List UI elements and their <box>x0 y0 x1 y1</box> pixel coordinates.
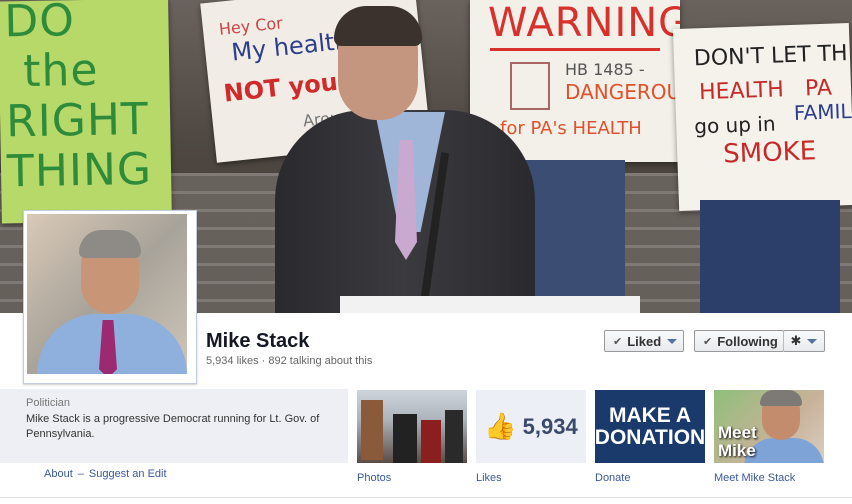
crowd-person <box>700 200 840 313</box>
profile-hair <box>79 230 141 258</box>
sign-text: DANGEROU <box>565 80 680 104</box>
cover-sign-green: DO the RIGHT THING <box>0 0 172 224</box>
about-link[interactable]: About <box>44 468 73 480</box>
sign-text: DON'T LET TH <box>693 41 849 72</box>
donate-text-line: DONATION <box>595 425 705 449</box>
profile-photo <box>27 214 187 374</box>
sign-text: NOT your <box>222 66 351 108</box>
meet-text-line: Mike <box>718 441 756 460</box>
sign-text: the <box>22 44 99 98</box>
caret-down-icon <box>667 338 678 344</box>
sign-text: HB 1485 - <box>565 60 645 79</box>
sign-text: DO <box>3 0 76 48</box>
donate-text: MAKE A DONATION <box>595 403 705 449</box>
meet-text: Meet Mike <box>718 424 757 460</box>
liked-button-label: Liked <box>627 333 662 349</box>
profile-picture[interactable] <box>23 210 197 384</box>
meet-tile-label[interactable]: Meet Mike Stack <box>714 472 795 484</box>
sign-text: for PA's HEALTH <box>500 118 642 139</box>
sign-text: FAMIL <box>793 98 852 125</box>
meet-mike-tile[interactable]: Meet Mike <box>714 390 824 463</box>
divider <box>0 497 852 498</box>
sign-text: PA <box>804 75 833 102</box>
podium <box>340 296 640 313</box>
meet-text-line: Meet <box>718 423 757 442</box>
sign-text: SMOKE <box>722 136 817 170</box>
photos-tile-label[interactable]: Photos <box>357 472 391 484</box>
donate-tile[interactable]: MAKE A DONATION <box>595 390 705 463</box>
sign-text: WARNING <box>488 0 680 46</box>
check-icon: ✔ <box>703 335 713 348</box>
thumbs-up-icon: 👍 <box>484 411 517 441</box>
page-description: Mike Stack is a progressive Democrat run… <box>26 413 320 440</box>
following-button[interactable]: ✔ Following <box>694 330 784 352</box>
meet-hair <box>760 390 802 406</box>
liked-button[interactable]: ✔ Liked <box>604 330 684 352</box>
check-icon: ✔ <box>613 335 623 348</box>
page-category: Politician <box>26 397 71 409</box>
donate-tile-label[interactable]: Donate <box>595 472 630 484</box>
likes-tile-label[interactable]: Likes <box>476 472 502 484</box>
photo-person <box>361 400 383 460</box>
page-title[interactable]: Mike Stack <box>206 330 309 353</box>
photo-person <box>445 410 463 463</box>
donate-text-line: MAKE A <box>608 403 692 427</box>
about-links: About – Suggest an Edit <box>44 468 167 480</box>
caret-down-icon <box>807 338 818 344</box>
speaker-hair <box>334 6 422 46</box>
sign-text: HEALTH <box>698 77 785 106</box>
photo-person <box>393 414 417 463</box>
page-stats: 5,934 likes · 892 talking about this <box>206 355 373 367</box>
photos-tile[interactable] <box>357 390 467 463</box>
link-separator: – <box>77 468 84 480</box>
sign-drawing <box>510 62 550 110</box>
gear-icon: ✱ <box>790 333 802 348</box>
photo-person <box>421 420 441 463</box>
likes-count: 5,934 <box>522 413 578 439</box>
likes-tile[interactable]: 👍 5,934 <box>476 390 586 463</box>
following-button-label: Following <box>717 333 778 349</box>
cover-sign-smoke: DON'T LET TH HEALTH PA FAMIL go up in SM… <box>672 22 852 212</box>
sign-text: go up in <box>693 111 776 139</box>
sign-text: RIGHT <box>5 93 150 148</box>
suggest-edit-link[interactable]: Suggest an Edit <box>89 468 167 480</box>
sign-text: THING <box>6 143 153 198</box>
sign-underline <box>490 48 660 51</box>
settings-button[interactable]: ✱ <box>783 330 825 352</box>
